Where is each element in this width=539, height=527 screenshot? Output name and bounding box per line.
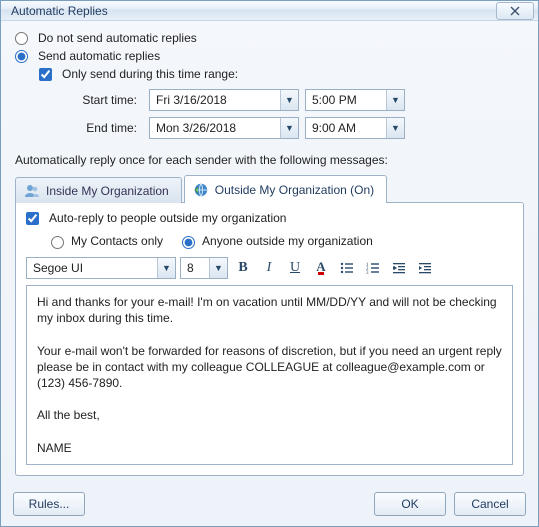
end-date-value: Mon 3/26/2018 (150, 118, 280, 138)
start-date-value: Fri 3/16/2018 (150, 90, 280, 110)
radio-anyone-label: Anyone outside my organization (202, 234, 373, 248)
end-time-label: End time: (63, 121, 143, 135)
time-range-checkbox[interactable]: Only send during this time range: (39, 67, 524, 81)
dialog-footer: Rules... OK Cancel (1, 484, 538, 526)
start-time-value: 5:00 PM (306, 90, 386, 110)
font-color-button[interactable]: A (310, 257, 332, 279)
font-dropdown[interactable]: Segoe UI ▼ (26, 257, 176, 279)
message-editor[interactable]: Hi and thanks for your e-mail! I'm on va… (26, 285, 513, 465)
outside-panel: Auto-reply to people outside my organiza… (15, 202, 524, 476)
editor-toolbar: Segoe UI ▼ 8 ▼ B I U A 123 (26, 257, 513, 279)
font-value: Segoe UI (27, 258, 157, 278)
radio-send[interactable]: Send automatic replies (15, 49, 524, 63)
bullet-list-button[interactable] (336, 257, 358, 279)
radio-send-label: Send automatic replies (38, 49, 160, 63)
radio-contacts-only[interactable]: My Contacts only (46, 233, 163, 249)
font-color-icon: A (316, 259, 325, 277)
chevron-down-icon: ▼ (280, 118, 298, 138)
auto-reply-outside-label: Auto-reply to people outside my organiza… (49, 211, 286, 225)
start-time-label: Start time: (63, 93, 143, 107)
time-range-grid: Start time: Fri 3/16/2018 ▼ 5:00 PM ▼ En… (63, 89, 524, 139)
radio-anyone[interactable]: Anyone outside my organization (177, 233, 373, 249)
font-size-value: 8 (181, 258, 209, 278)
radio-do-not-send-label: Do not send automatic replies (38, 31, 197, 45)
outdent-button[interactable] (388, 257, 410, 279)
automatic-replies-dialog: Automatic Replies Do not send automatic … (0, 0, 539, 527)
numbered-list-button[interactable]: 123 (362, 257, 384, 279)
tabs: Inside My Organization Outside My Organi… (15, 175, 524, 203)
close-icon (510, 6, 520, 16)
numbered-list-icon: 123 (366, 261, 380, 275)
start-time-dropdown[interactable]: 5:00 PM ▼ (305, 89, 405, 111)
section-label: Automatically reply once for each sender… (15, 153, 524, 167)
auto-reply-outside-checkbox-input[interactable] (26, 212, 39, 225)
tab-outside[interactable]: Outside My Organization (On) (184, 175, 387, 203)
italic-button[interactable]: I (258, 257, 280, 279)
people-icon (24, 183, 40, 199)
font-size-dropdown[interactable]: 8 ▼ (180, 257, 228, 279)
radio-do-not-send[interactable]: Do not send automatic replies (15, 31, 524, 45)
tab-inside-label: Inside My Organization (46, 184, 169, 198)
tab-inside[interactable]: Inside My Organization (15, 177, 182, 203)
svg-text:3: 3 (366, 271, 369, 275)
end-time-dropdown[interactable]: 9:00 AM ▼ (305, 117, 405, 139)
end-date-dropdown[interactable]: Mon 3/26/2018 ▼ (149, 117, 299, 139)
globe-reply-icon (193, 182, 209, 198)
radio-contacts-only-input[interactable] (51, 236, 64, 249)
outdent-icon (392, 261, 406, 275)
bullet-list-icon (340, 261, 354, 275)
window-title: Automatic Replies (11, 4, 496, 18)
bold-button[interactable]: B (232, 257, 254, 279)
time-range-checkbox-label: Only send during this time range: (62, 67, 238, 81)
radio-do-not-send-input[interactable] (15, 32, 28, 45)
cancel-button[interactable]: Cancel (454, 492, 526, 516)
chevron-down-icon: ▼ (209, 258, 227, 278)
end-time-value: 9:00 AM (306, 118, 386, 138)
tab-outside-label: Outside My Organization (On) (215, 183, 374, 197)
ok-button[interactable]: OK (374, 492, 446, 516)
chevron-down-icon: ▼ (386, 90, 404, 110)
radio-contacts-only-label: My Contacts only (71, 234, 163, 248)
close-button[interactable] (496, 2, 534, 20)
chevron-down-icon: ▼ (386, 118, 404, 138)
scope-row: My Contacts only Anyone outside my organ… (46, 233, 513, 249)
start-date-dropdown[interactable]: Fri 3/16/2018 ▼ (149, 89, 299, 111)
rules-button[interactable]: Rules... (13, 492, 85, 516)
time-range-checkbox-input[interactable] (39, 68, 52, 81)
titlebar: Automatic Replies (1, 1, 538, 21)
radio-send-input[interactable] (15, 50, 28, 63)
underline-button[interactable]: U (284, 257, 306, 279)
auto-reply-outside-checkbox[interactable]: Auto-reply to people outside my organiza… (26, 211, 513, 225)
chevron-down-icon: ▼ (280, 90, 298, 110)
chevron-down-icon: ▼ (157, 258, 175, 278)
indent-button[interactable] (414, 257, 436, 279)
radio-anyone-input[interactable] (182, 236, 195, 249)
indent-icon (418, 261, 432, 275)
